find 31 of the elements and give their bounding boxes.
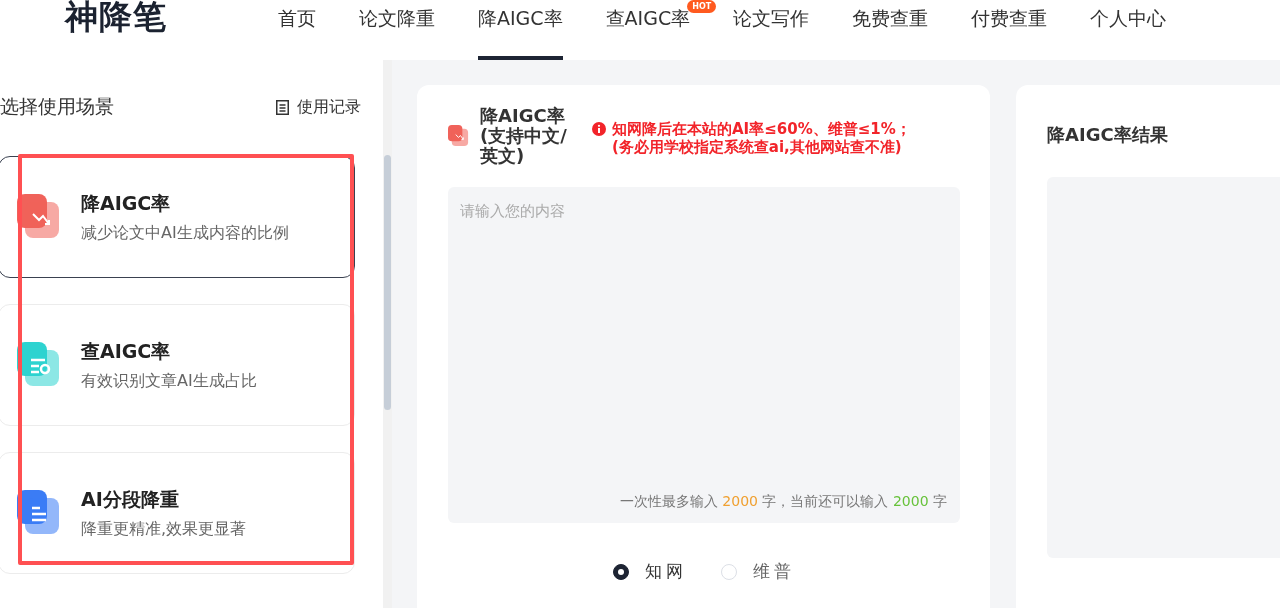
section-title: 选择使用场景	[0, 94, 114, 119]
history-link[interactable]: 使用记录	[276, 96, 361, 118]
document-icon	[276, 99, 289, 115]
scene-description: 减少论文中AI生成内容的比例	[81, 222, 289, 244]
result-title: 降AIGC率结果	[1047, 123, 1169, 147]
notice-text: (务必用学校指定系统查ai,其他网站查不准)	[612, 138, 903, 156]
scene-card[interactable]: AI分段降重 降重更精准,效果更显著	[0, 452, 355, 574]
radio-option[interactable]: 维普	[721, 560, 795, 583]
nav-tab[interactable]: 付费查重	[971, 0, 1048, 60]
scene-card[interactable]: 查AIGC率 有效识别文章AI生成占比	[0, 304, 355, 426]
scene-title: AI分段降重	[81, 486, 180, 512]
editor-title: 降AIGC率(支持中文/英文)	[480, 106, 568, 166]
scene-title: 查AIGC率	[81, 338, 172, 364]
nav-tab[interactable]: 论文写作	[733, 0, 810, 60]
radio-option[interactable]: 知网	[613, 560, 687, 583]
nav-tab[interactable]: 论文降重	[359, 0, 435, 60]
info-icon	[592, 122, 606, 136]
scrollbar[interactable]	[383, 60, 392, 608]
nav-tab[interactable]: 首页	[278, 0, 316, 60]
scene-title: 降AIGC率	[81, 190, 172, 216]
scene-description: 降重更精准,效果更显著	[81, 518, 247, 540]
nav-tab[interactable]: 降AIGC率	[478, 0, 563, 60]
logo: 神降笔	[65, 0, 168, 34]
trend-down-icon	[448, 125, 470, 147]
character-counter: 一次性最多输入 2000 字，当前还可以输入 2000 字	[619, 493, 947, 511]
hot-badge: HOT	[687, 0, 717, 13]
scene-card[interactable]: 降AIGC率 减少论文中AI生成内容的比例	[0, 156, 355, 278]
nav-tab[interactable]: 个人中心	[1090, 0, 1167, 60]
nav-tab[interactable]: 免费查重	[852, 0, 929, 60]
scene-description: 有效识别文章AI生成占比	[81, 370, 257, 392]
notice-text: 知网降后在本站的AI率≤60%、维普≤1%；	[612, 120, 911, 138]
